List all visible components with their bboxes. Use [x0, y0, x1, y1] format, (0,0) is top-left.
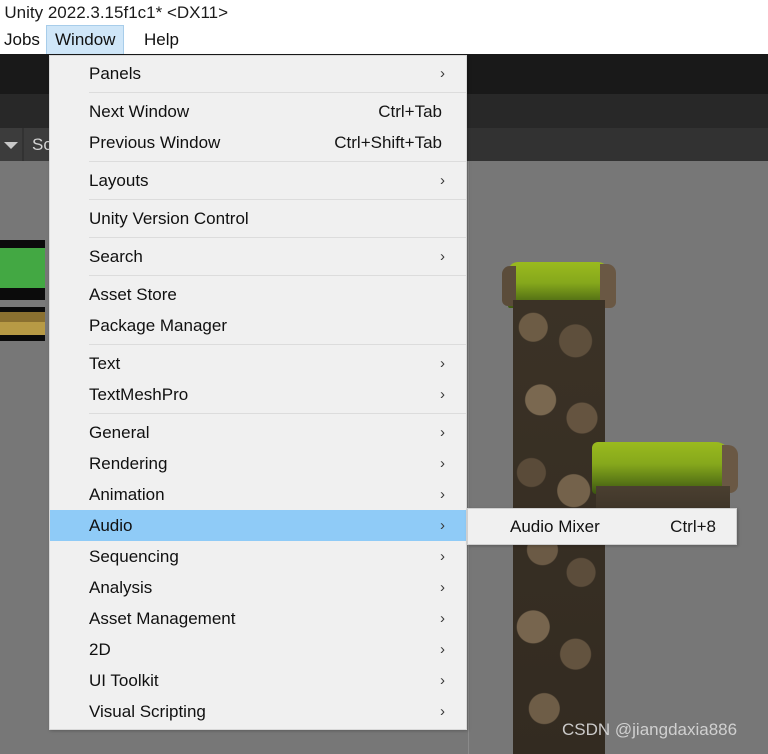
chevron-right-icon: › — [440, 172, 445, 189]
scene-object-strip — [0, 288, 45, 300]
menu-item-label: Layouts — [89, 171, 149, 190]
scene-object-gold-platform — [0, 322, 45, 335]
menubar-item-help[interactable]: Help — [136, 25, 187, 54]
menubar-item-help-label: Help — [144, 30, 179, 49]
menu-item-label: Asset Store — [89, 285, 177, 304]
scene-object-strip — [0, 335, 45, 341]
menu-separator — [89, 161, 466, 162]
window-dropdown-menu[interactable]: Panels › Next Window Ctrl+Tab Previous Windo… — [49, 55, 467, 730]
menu-item-shortcut: Ctrl+8 — [670, 517, 716, 536]
chevron-right-icon: › — [440, 248, 445, 265]
scene-object-green-platform — [0, 248, 45, 288]
menu-item-label: TextMeshPro — [89, 385, 189, 404]
menu-separator — [89, 237, 466, 238]
menu-item-label: Panels — [89, 64, 141, 83]
menu-item-audio[interactable]: Audio › — [50, 510, 466, 541]
menu-item-analysis[interactable]: Analysis › — [50, 572, 466, 603]
menu-item-label: Previous Window — [89, 133, 221, 152]
menubar-item-jobs-label: Jobs — [4, 30, 40, 49]
menu-item-asset-management[interactable]: Asset Management › — [50, 603, 466, 634]
tab-dropdown-button[interactable] — [0, 128, 22, 161]
menu-item-next-window[interactable]: Next Window Ctrl+Tab — [50, 96, 466, 127]
menu-item-animation[interactable]: Animation › — [50, 479, 466, 510]
scene-object-strip — [0, 312, 45, 322]
menu-item-panels[interactable]: Panels › — [50, 58, 466, 89]
menu-item-ui-toolkit[interactable]: UI Toolkit › — [50, 665, 466, 696]
menu-item-shortcut: Ctrl+Shift+Tab — [334, 133, 442, 152]
menu-item-label: UI Toolkit — [89, 671, 159, 690]
chevron-right-icon: › — [440, 672, 445, 689]
menu-item-textmeshpro[interactable]: TextMeshPro › — [50, 379, 466, 410]
menu-item-layouts[interactable]: Layouts › — [50, 165, 466, 196]
menu-item-sequencing[interactable]: Sequencing › — [50, 541, 466, 572]
menu-item-label: Audio — [89, 516, 133, 535]
chevron-right-icon: › — [440, 424, 445, 441]
menu-item-previous-window[interactable]: Previous Window Ctrl+Shift+Tab — [50, 127, 466, 158]
menu-item-label: Animation — [89, 485, 165, 504]
menu-item-label: Unity Version Control — [89, 209, 249, 228]
chevron-right-icon: › — [440, 579, 445, 596]
menu-item-2d[interactable]: 2D › — [50, 634, 466, 665]
menu-item-unity-version-control[interactable]: Unity Version Control — [50, 203, 466, 234]
menu-separator — [89, 275, 466, 276]
chevron-right-icon: › — [440, 355, 445, 372]
chevron-right-icon: › — [440, 703, 445, 720]
menu-item-label: General — [89, 423, 150, 442]
menu-separator — [89, 413, 466, 414]
chevron-right-icon: › — [440, 517, 445, 534]
audio-submenu[interactable]: Audio Mixer Ctrl+8 — [467, 508, 737, 545]
menu-item-label: Rendering — [89, 454, 168, 473]
menu-item-package-manager[interactable]: Package Manager — [50, 310, 466, 341]
menu-item-label: Visual Scripting — [89, 702, 206, 721]
chevron-right-icon: › — [440, 610, 445, 627]
menu-item-label: Asset Management — [89, 609, 236, 628]
menu-item-shortcut: Ctrl+Tab — [378, 102, 442, 121]
menu-item-label: Text — [89, 354, 121, 373]
chevron-right-icon: › — [440, 65, 445, 82]
menubar-item-window-label: Window — [55, 30, 116, 49]
menu-item-label: Audio Mixer — [510, 517, 600, 536]
title-bar: - Unity 2022.3.15f1c1* <DX11> — [0, 0, 768, 25]
menu-item-label: Sequencing — [89, 547, 179, 566]
chevron-right-icon: › — [440, 548, 445, 565]
chevron-right-icon: › — [440, 455, 445, 472]
chevron-down-icon — [4, 142, 18, 149]
menu-item-text[interactable]: Text › — [50, 348, 466, 379]
menu-separator — [89, 199, 466, 200]
window-title: - Unity 2022.3.15f1c1* <DX11> — [0, 3, 229, 22]
menubar-item-window[interactable]: Window — [46, 25, 125, 54]
scene-panel-divider — [468, 161, 469, 754]
menu-item-search[interactable]: Search › — [50, 241, 466, 272]
menu-item-asset-store[interactable]: Asset Store — [50, 279, 466, 310]
chevron-right-icon: › — [440, 641, 445, 658]
menu-item-label: Package Manager — [89, 316, 227, 335]
menu-item-general[interactable]: General › — [50, 417, 466, 448]
scene-object-strip — [0, 240, 45, 248]
menu-item-label: Analysis — [89, 578, 153, 597]
chevron-right-icon: › — [440, 386, 445, 403]
menu-bar: Jobs Window Help — [0, 25, 768, 54]
menu-separator — [89, 344, 466, 345]
menu-item-visual-scripting[interactable]: Visual Scripting › — [50, 696, 466, 727]
chevron-right-icon: › — [440, 486, 445, 503]
menubar-item-jobs[interactable]: Jobs — [0, 25, 48, 54]
menu-item-label: 2D — [89, 640, 111, 659]
menu-item-label: Search — [89, 247, 143, 266]
scene-object-strip — [0, 300, 45, 307]
watermark: CSDN @jiangdaxia886 — [562, 720, 738, 739]
menu-separator — [89, 92, 466, 93]
menu-item-audio-mixer[interactable]: Audio Mixer Ctrl+8 — [468, 511, 736, 542]
menu-item-label: Next Window — [89, 102, 190, 121]
menu-item-rendering[interactable]: Rendering › — [50, 448, 466, 479]
